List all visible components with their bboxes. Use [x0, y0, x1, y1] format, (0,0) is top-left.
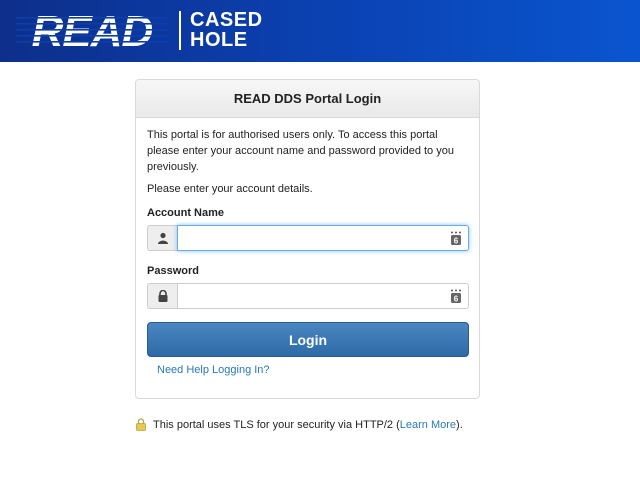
user-icon [147, 225, 177, 251]
cased-hole-logo: CASED HOLE [190, 10, 263, 50]
security-text-after: ). [456, 418, 463, 431]
account-name-label: Account Name [147, 207, 225, 219]
password-manager-icon[interactable]: 6 [450, 231, 462, 245]
padlock-icon [136, 418, 146, 431]
intro-text: This portal is for authorised users only… [147, 129, 454, 173]
logo-line-cased: CASED [190, 9, 263, 31]
logo-line-hole: HOLE [190, 29, 248, 51]
login-button[interactable]: Login [147, 322, 469, 357]
learn-more-link[interactable]: Learn More [400, 419, 456, 431]
account-name-group: 6 [147, 225, 469, 251]
lock-icon [147, 283, 177, 309]
panel-title: READ DDS Portal Login [136, 80, 479, 118]
password-label: Password [147, 265, 199, 277]
panel-body: This portal is for authorised users only… [136, 118, 479, 378]
logo-divider [179, 11, 181, 50]
security-notice: This portal uses TLS for your security v… [136, 418, 463, 431]
details-text: Please enter your account details. [147, 183, 313, 195]
site-header: READ CASED HOLE [0, 0, 640, 62]
svg-text:6: 6 [454, 295, 459, 304]
password-group: 6 [147, 283, 469, 309]
password-input[interactable] [177, 283, 469, 309]
password-manager-icon[interactable]: 6 [450, 289, 462, 303]
help-link[interactable]: Need Help Logging In? [157, 364, 270, 376]
svg-text:6: 6 [454, 237, 459, 246]
read-logo: READ [16, 10, 168, 50]
account-name-input[interactable] [177, 225, 469, 251]
security-text-before: This portal uses TLS for your security v… [153, 418, 400, 431]
login-panel: READ DDS Portal Login This portal is for… [135, 79, 480, 399]
